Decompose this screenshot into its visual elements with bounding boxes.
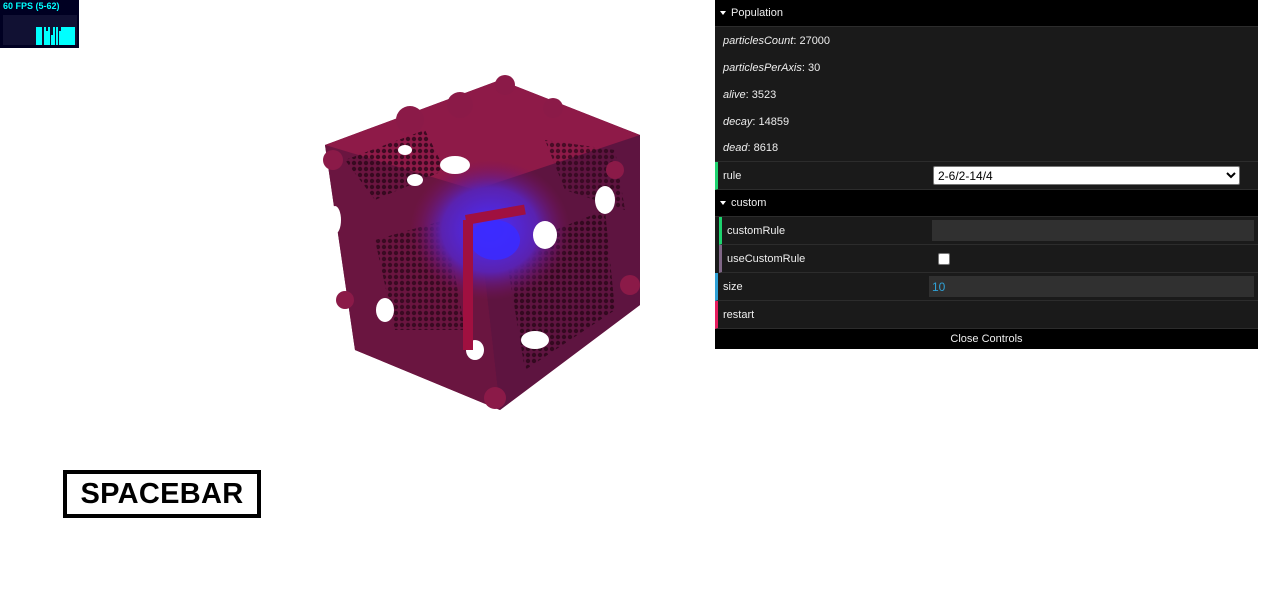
stat-decay: decay: 14859 — [723, 115, 790, 128]
use-custom-rule-label: useCustomRule — [727, 252, 806, 265]
stat-dead: dead: 8618 — [715, 135, 1258, 162]
controls-panel: Population particlesCount: 27000 particl… — [715, 0, 1258, 349]
folder-population[interactable]: Population — [715, 0, 1258, 27]
use-custom-rule-control: useCustomRule — [719, 245, 1258, 273]
rule-select[interactable]: 2-6/2-14/4 — [933, 166, 1240, 185]
custom-rule-control: customRule — [719, 217, 1258, 245]
fps-text: 60 FPS (5-62) — [3, 1, 60, 11]
caret-down-icon — [720, 201, 726, 205]
size-input[interactable]: 10 — [929, 276, 1254, 297]
stat-alive: alive: 3523 — [723, 88, 777, 101]
folder-custom[interactable]: custom — [715, 190, 1258, 217]
fps-graph — [3, 15, 77, 45]
restart-button[interactable]: restart — [715, 301, 1258, 329]
custom-rule-label: customRule — [727, 224, 786, 237]
folder-custom-title: custom — [731, 197, 767, 209]
size-control: size 10 — [715, 273, 1258, 301]
restart-label: restart — [723, 308, 755, 321]
custom-rule-input[interactable] — [932, 220, 1254, 241]
particle-cube-canvas[interactable] — [315, 70, 650, 415]
size-label: size — [723, 280, 743, 293]
use-custom-rule-checkbox[interactable] — [938, 252, 950, 265]
fps-stats[interactable]: 60 FPS (5-62) — [0, 0, 79, 48]
close-controls-button[interactable]: Close Controls — [715, 329, 1258, 349]
rule-label: rule — [723, 169, 742, 182]
caret-down-icon — [720, 11, 726, 15]
folder-population-title: Population — [731, 7, 783, 19]
stat-particles-per-axis: particlesPerAxis: 30 — [723, 61, 821, 74]
spacebar-hint: SPACEBAR — [63, 470, 261, 518]
stat-particles-count: particlesCount: 27000 — [723, 34, 831, 47]
rule-control: rule 2-6/2-14/4 — [715, 162, 1258, 190]
